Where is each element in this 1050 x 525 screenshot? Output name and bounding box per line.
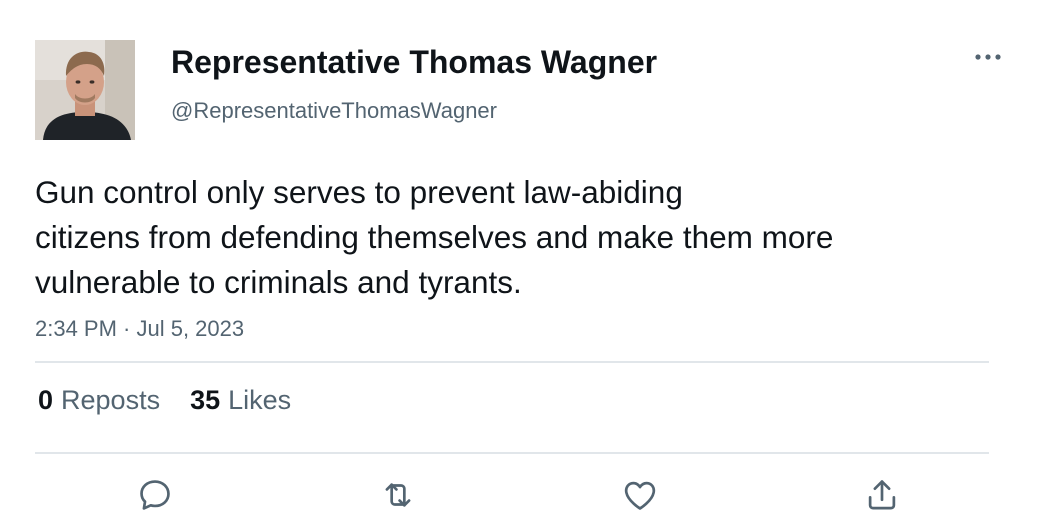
repost-arrows-icon bbox=[385, 483, 411, 507]
engagement-stats: 0 Reposts 35 Likes bbox=[38, 385, 321, 425]
avatar[interactable] bbox=[35, 40, 135, 140]
share-upload-icon bbox=[868, 480, 896, 510]
divider bbox=[35, 452, 989, 454]
likes-label: Likes bbox=[228, 385, 292, 415]
like-button[interactable] bbox=[615, 470, 665, 520]
share-button[interactable] bbox=[857, 470, 907, 520]
reply-button[interactable] bbox=[130, 470, 180, 520]
tweet-text: Gun control only serves to prevent law-a… bbox=[35, 170, 995, 305]
tweet-text-line: citizens from defending themselves and m… bbox=[35, 219, 834, 255]
action-bar bbox=[0, 470, 1050, 520]
repost-button[interactable] bbox=[373, 470, 423, 520]
author-handle[interactable]: @RepresentativeThomasWagner bbox=[171, 98, 497, 124]
likes-stat[interactable]: 35 Likes bbox=[190, 385, 291, 416]
author-display-name[interactable]: Representative Thomas Wagner bbox=[171, 44, 657, 81]
heart-icon bbox=[624, 481, 656, 510]
more-options-button[interactable] bbox=[968, 42, 1008, 72]
reposts-label: Reposts bbox=[61, 385, 161, 415]
tweet-text-line: vulnerable to criminals and tyrants. bbox=[35, 264, 522, 300]
likes-count: 35 bbox=[190, 385, 221, 415]
divider bbox=[35, 361, 989, 363]
tweet-timestamp[interactable]: 2:34 PM · Jul 5, 2023 bbox=[35, 316, 244, 342]
ellipsis-icon bbox=[975, 54, 1001, 60]
profile-photo-icon bbox=[35, 40, 135, 140]
speech-bubble-icon bbox=[140, 480, 170, 510]
reposts-stat[interactable]: 0 Reposts bbox=[38, 385, 160, 416]
tweet-text-line: Gun control only serves to prevent law-a… bbox=[35, 174, 683, 210]
reposts-count: 0 bbox=[38, 385, 54, 415]
tweet-card: Representative Thomas Wagner @Representa… bbox=[0, 0, 1050, 525]
